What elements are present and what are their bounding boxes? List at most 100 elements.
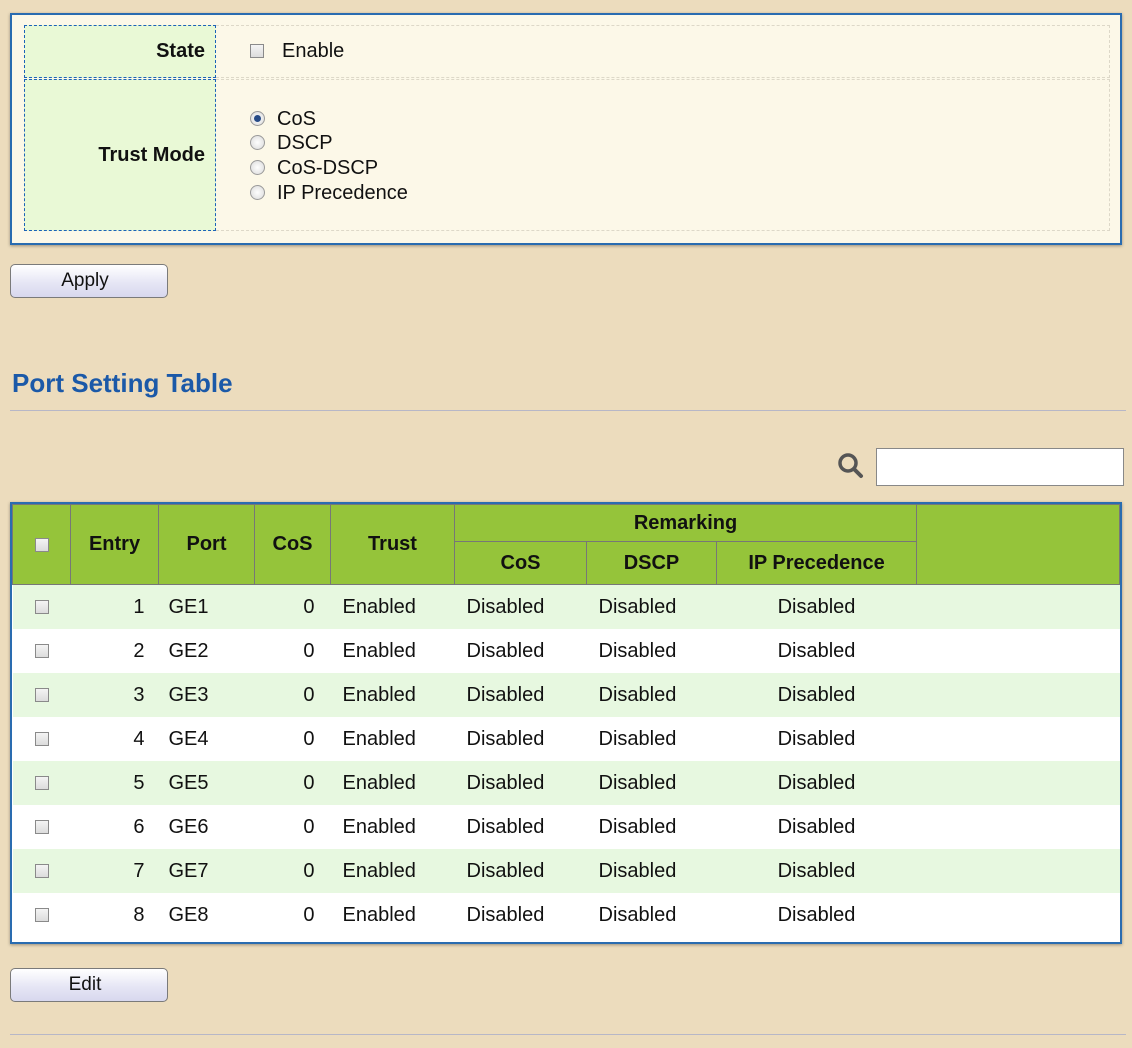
cell-spacer xyxy=(916,629,1120,673)
cell-remark-dscp: Disabled xyxy=(586,849,717,893)
header-remarking: Remarking xyxy=(453,504,918,542)
trust-mode-row: Trust Mode CoS DSCP CoS-DSCP IP Precedence xyxy=(24,79,1110,231)
trust-mode-option[interactable]: DSCP xyxy=(250,132,333,158)
row-select-checkbox[interactable] xyxy=(34,820,49,835)
cell-port: GE2 xyxy=(158,629,255,673)
cell-trust: Enabled xyxy=(330,717,455,761)
cell-remark-cos: Disabled xyxy=(454,584,587,629)
search-icon[interactable] xyxy=(836,450,866,480)
table-row[interactable]: 1 GE1 0 Enabled Disabled Disabled Disabled xyxy=(12,584,1120,629)
row-select-checkbox[interactable] xyxy=(34,732,49,747)
table-row[interactable]: 5 GE5 0 Enabled Disabled Disabled Disabled xyxy=(12,761,1120,805)
cell-remark-dscp: Disabled xyxy=(586,717,717,761)
cell-entry: 1 xyxy=(70,584,159,629)
cell-remark-dscp: Disabled xyxy=(586,584,717,629)
cell-entry: 6 xyxy=(70,805,159,849)
table-body: 1 GE1 0 Enabled Disabled Disabled Disabled 2 GE2… xyxy=(12,584,1120,937)
trust-mode-radio[interactable] xyxy=(250,160,265,176)
cell-remark-ip-precedence: Disabled xyxy=(716,717,917,761)
header-remark-dscp[interactable]: DSCP xyxy=(586,541,717,585)
cell-trust: Enabled xyxy=(330,584,455,629)
qos-settings-panel: State Enable Trust Mode CoS DSCP CoS-DSCP I… xyxy=(10,13,1122,245)
cell-spacer xyxy=(916,805,1120,849)
cell-trust: Enabled xyxy=(330,805,455,849)
cell-cos: 0 xyxy=(254,805,331,849)
cell-entry: 2 xyxy=(70,629,159,673)
trust-mode-option-label: CoS xyxy=(277,108,316,130)
state-label: State xyxy=(24,25,216,78)
cell-trust: Enabled xyxy=(330,849,455,893)
cell-trust: Enabled xyxy=(330,893,455,937)
trust-mode-radio[interactable] xyxy=(250,111,265,127)
cell-port: GE8 xyxy=(158,893,255,937)
trust-mode-option-label: CoS-DSCP xyxy=(277,157,379,179)
row-select-cell xyxy=(12,717,71,761)
cell-cos: 0 xyxy=(254,584,331,629)
table-row[interactable]: 3 GE3 0 Enabled Disabled Disabled Disabled xyxy=(12,673,1120,717)
cell-remark-dscp: Disabled xyxy=(586,805,717,849)
trust-mode-radio[interactable] xyxy=(250,135,265,151)
row-select-cell xyxy=(12,673,71,717)
header-remark-ip-precedence[interactable]: IP Precedence xyxy=(715,541,918,585)
header-spacer xyxy=(916,504,1120,585)
cell-remark-dscp: Disabled xyxy=(586,893,717,937)
cell-trust: Enabled xyxy=(330,761,455,805)
trust-mode-option-label: DSCP xyxy=(277,132,333,154)
select-all-checkbox[interactable] xyxy=(34,537,49,552)
cell-port: GE7 xyxy=(158,849,255,893)
table-row[interactable]: 7 GE7 0 Enabled Disabled Disabled Disabled xyxy=(12,849,1120,893)
cell-port: GE5 xyxy=(158,761,255,805)
cell-entry: 8 xyxy=(70,893,159,937)
cell-cos: 0 xyxy=(254,761,331,805)
cell-spacer xyxy=(916,673,1120,717)
trust-mode-option-label: IP Precedence xyxy=(277,182,408,204)
table-row[interactable]: 2 GE2 0 Enabled Disabled Disabled Disabled xyxy=(12,629,1120,673)
row-select-cell xyxy=(12,584,71,629)
row-select-cell xyxy=(12,805,71,849)
cell-port: GE3 xyxy=(158,673,255,717)
cell-remark-cos: Disabled xyxy=(454,761,587,805)
table-row[interactable]: 4 GE4 0 Enabled Disabled Disabled Disabled xyxy=(12,717,1120,761)
edit-button[interactable]: Edit xyxy=(10,968,168,1002)
header-trust[interactable]: Trust xyxy=(330,504,455,585)
row-select-checkbox[interactable] xyxy=(34,688,49,703)
cell-entry: 7 xyxy=(70,849,159,893)
cell-remark-cos: Disabled xyxy=(454,805,587,849)
cell-cos: 0 xyxy=(254,717,331,761)
bottom-divider xyxy=(10,1034,1126,1035)
cell-remark-ip-precedence: Disabled xyxy=(716,673,917,717)
row-select-checkbox[interactable] xyxy=(34,908,49,923)
table-row[interactable]: 8 GE8 0 Enabled Disabled Disabled Disabled xyxy=(12,893,1120,937)
row-select-cell xyxy=(12,761,71,805)
trust-mode-option[interactable]: CoS-DSCP xyxy=(250,157,378,183)
row-select-checkbox[interactable] xyxy=(34,864,49,879)
trust-mode-option[interactable]: CoS xyxy=(250,108,316,134)
port-setting-table: Entry Port CoS Trust Remarking CoS DSCP … xyxy=(10,502,1122,944)
cell-trust: Enabled xyxy=(330,673,455,717)
state-enable-label: Enable xyxy=(282,40,345,62)
table-row[interactable]: 6 GE6 0 Enabled Disabled Disabled Disabled xyxy=(12,805,1120,849)
header-entry[interactable]: Entry xyxy=(70,504,159,585)
row-select-checkbox[interactable] xyxy=(34,600,49,615)
trust-mode-radio[interactable] xyxy=(250,185,265,201)
cell-port: GE1 xyxy=(158,584,255,629)
section-title: Port Setting Table xyxy=(12,368,233,398)
cell-remark-cos: Disabled xyxy=(454,673,587,717)
header-port[interactable]: Port xyxy=(158,504,255,585)
cell-cos: 0 xyxy=(254,629,331,673)
state-enable-checkbox[interactable] xyxy=(250,44,264,58)
row-select-cell xyxy=(12,893,71,937)
header-cos[interactable]: CoS xyxy=(254,504,331,585)
trust-mode-option[interactable]: IP Precedence xyxy=(250,182,408,208)
cell-cos: 0 xyxy=(254,893,331,937)
header-remark-cos[interactable]: CoS xyxy=(454,541,587,585)
row-select-checkbox[interactable] xyxy=(34,644,49,659)
cell-spacer xyxy=(916,849,1120,893)
apply-button[interactable]: Apply xyxy=(10,264,168,298)
row-select-checkbox[interactable] xyxy=(34,776,49,791)
trust-mode-label: Trust Mode xyxy=(24,79,216,231)
search-input[interactable] xyxy=(876,448,1124,486)
row-select-cell xyxy=(12,849,71,893)
cell-remark-dscp: Disabled xyxy=(586,761,717,805)
cell-remark-ip-precedence: Disabled xyxy=(716,893,917,937)
